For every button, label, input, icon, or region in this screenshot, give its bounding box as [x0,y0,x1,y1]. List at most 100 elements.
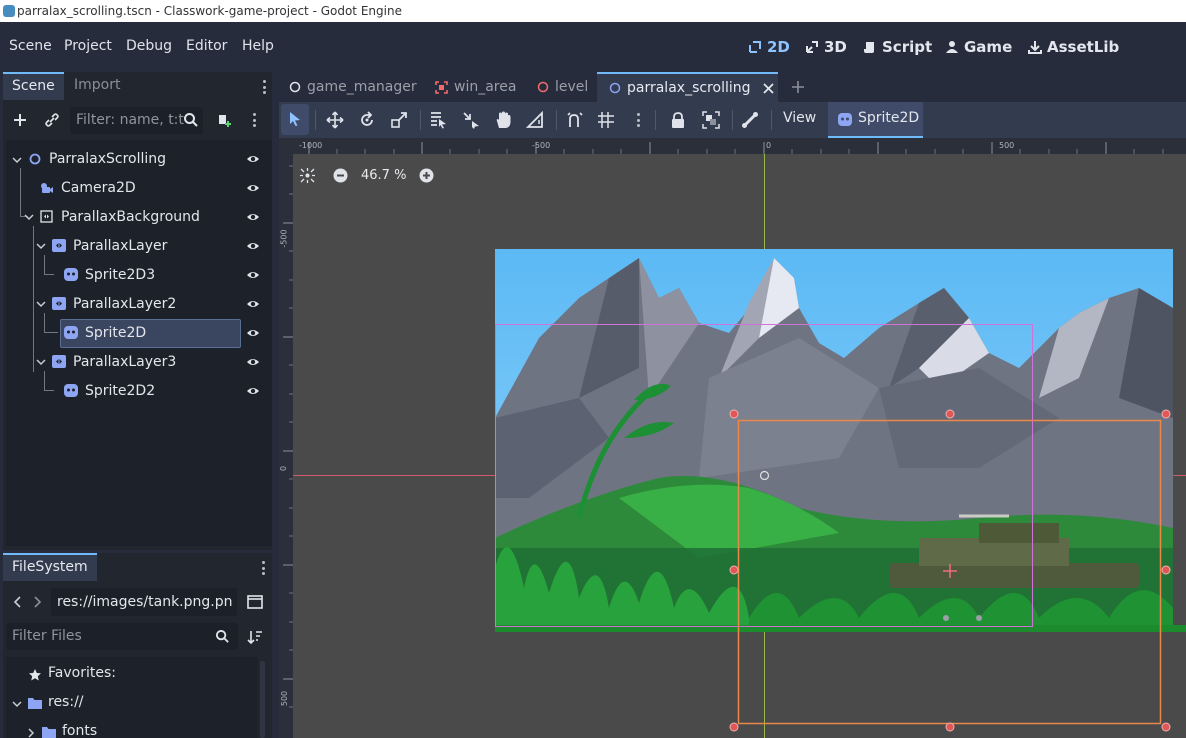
pivot-mode-icon[interactable] [462,111,480,129]
main-tab-2d[interactable]: 2D [748,38,790,56]
chevron-down-icon[interactable] [36,299,46,309]
selected-node-button[interactable]: Sprite2D [828,102,923,138]
main-tab-assetlib[interactable]: AssetLib [1028,38,1119,56]
visibility-eye-icon[interactable] [246,210,260,224]
main-tab-3d[interactable]: 3D [805,38,847,56]
3d-icon [806,41,818,53]
scene-tree-menu-icon[interactable] [253,113,257,127]
tree-node-parallaxlayer3[interactable]: ParallaxLayer3 [73,348,176,376]
tab-win-area[interactable]: win_area [435,72,516,102]
attach-script-button[interactable] [213,109,235,131]
ruler-corner [279,138,293,154]
tree-node-sprite2d[interactable]: Sprite2D [85,319,146,347]
move-mode-icon[interactable] [326,111,344,129]
tab-filesystem[interactable]: FileSystem [3,553,97,581]
chevron-down-icon[interactable] [36,241,46,251]
visibility-eye-icon[interactable] [246,181,260,195]
tree-node-sprite2d3[interactable]: Sprite2D3 [85,261,155,289]
add-tab-icon[interactable] [791,80,805,94]
bone-icon[interactable] [741,111,759,129]
ruler-left[interactable]: -500 0 500 [279,154,293,738]
menu-help[interactable]: Help [242,38,274,54]
main-tab-game[interactable]: Game [945,38,1012,56]
main-tab-script[interactable]: Script [863,38,932,56]
menu-project[interactable]: Project [64,38,112,54]
view-menu[interactable]: View [783,110,816,126]
zoom-level[interactable]: 46.7 % [361,168,406,183]
scale-mode-icon[interactable] [390,111,408,129]
chevron-down-icon[interactable] [36,357,46,367]
visibility-eye-icon[interactable] [246,355,260,369]
smart-snap-icon[interactable] [566,111,584,129]
select-mode-button[interactable] [281,104,309,135]
visibility-eye-icon[interactable] [246,297,260,311]
tree-node-parralaxscrolling[interactable]: ParralaxScrolling [49,145,166,173]
lock-icon[interactable] [669,111,687,129]
chevron-down-icon[interactable] [12,699,22,709]
game-icon [946,41,958,53]
favorites-label[interactable]: Favorites: [48,665,116,681]
chevron-down-icon[interactable] [24,212,34,222]
pan-mode-icon[interactable] [494,111,512,129]
menu-bar: Scene Project Debug Editor Help 2D 3D Sc… [0,22,1186,72]
folder-fonts[interactable]: fonts [62,723,97,738]
menu-debug[interactable]: Debug [126,38,172,54]
tab-parralax-scrolling[interactable]: parralax_scrolling [597,72,778,102]
visibility-eye-icon[interactable] [246,384,260,398]
canvas-toolbar: View Sprite2D [279,102,1186,138]
path-input[interactable]: res://images/tank.png.pn [51,588,237,616]
tree-node-parallaxbackground[interactable]: ParallaxBackground [61,203,200,231]
scene-dock-menu-icon[interactable] [263,80,267,94]
tab-level[interactable]: level [537,72,588,102]
sprite2d-icon [838,113,852,126]
scene-tabs: game_manager win_area level parralax_scr… [279,72,1186,102]
tree-node-sprite2d2[interactable]: Sprite2D2 [85,377,155,405]
scrollbar[interactable] [260,661,265,738]
script-icon [864,42,874,53]
ruler-mode-icon[interactable] [525,110,544,129]
scene-canvas[interactable] [279,138,1186,738]
tab-scene[interactable]: Scene [3,72,64,100]
chevron-right-icon[interactable] [26,728,36,738]
sprite2d-icon [64,384,78,397]
instance-scene-button[interactable] [41,109,63,131]
visibility-eye-icon[interactable] [246,326,260,340]
link-icon [45,113,59,127]
assetlib-icon [1028,41,1042,54]
tab-import[interactable]: Import [65,72,129,100]
grid-snap-icon[interactable] [597,111,615,129]
window-title: parralax_scrolling.tscn - Classwork-game… [17,4,402,18]
camera2d-icon [41,183,53,193]
folder-res[interactable]: res:// [48,694,84,710]
tab-game-manager[interactable]: game_manager [289,72,417,102]
ruler-top[interactable]: -1000 -500 0 500 [279,138,1186,154]
tree-node-camera2d[interactable]: Camera2D [61,174,136,202]
visibility-eye-icon[interactable] [246,152,260,166]
node2d-icon [29,153,41,165]
tree-node-parallaxlayer[interactable]: ParallaxLayer [73,232,167,260]
filter-files-input[interactable]: Filter Files [6,623,238,650]
search-icon [215,629,229,643]
forward-icon[interactable] [33,596,42,608]
zoom-in-icon[interactable] [419,168,434,183]
menu-scene[interactable]: Scene [9,38,52,54]
list-select-icon[interactable] [429,111,447,129]
sort-icon[interactable] [247,629,263,645]
visibility-eye-icon[interactable] [246,239,260,253]
back-icon[interactable] [13,596,22,608]
chevron-down-icon[interactable] [12,155,22,165]
filesystem-menu-icon[interactable] [262,561,266,575]
add-node-button[interactable] [9,109,31,131]
canvas-viewport[interactable] [279,138,1186,738]
folder-icon [42,727,56,738]
zoom-out-icon[interactable] [333,168,348,183]
group-icon[interactable] [702,111,720,129]
split-view-icon[interactable] [247,595,263,609]
visibility-eye-icon[interactable] [246,268,260,282]
center-view-icon[interactable] [300,167,315,183]
menu-editor[interactable]: Editor [186,38,227,54]
tree-node-parallaxlayer2[interactable]: ParallaxLayer2 [73,290,176,318]
rotate-mode-icon[interactable] [358,111,376,129]
snap-options-icon[interactable] [637,113,641,127]
close-icon[interactable] [762,82,774,94]
